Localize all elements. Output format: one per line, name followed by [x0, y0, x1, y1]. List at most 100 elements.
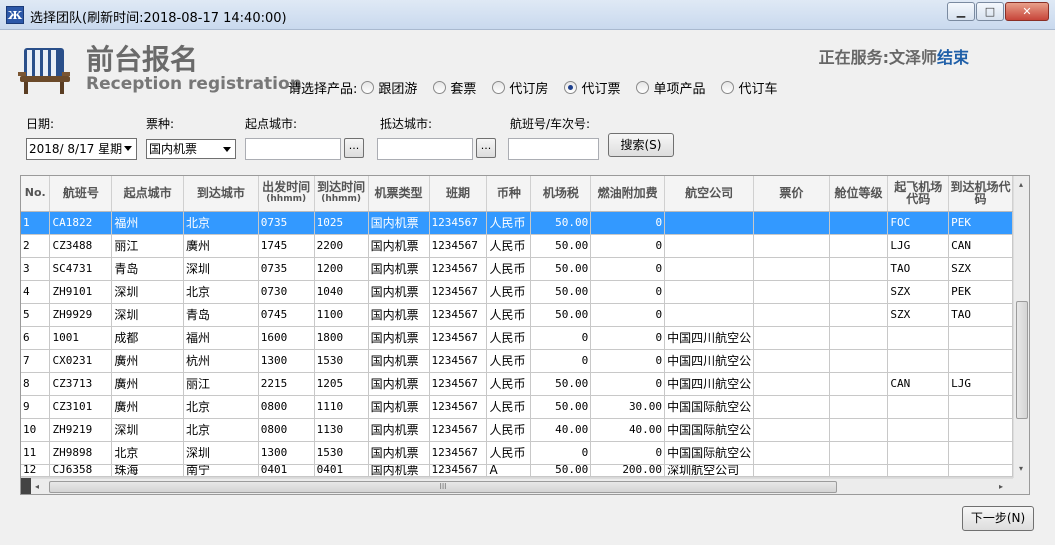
cell-fuel-surcharge[interactable]: 0 [590, 326, 666, 350]
cell-arrive[interactable]: 1100 [314, 303, 369, 327]
radio-icon[interactable] [433, 81, 447, 94]
cell-to[interactable]: 北京 [183, 418, 259, 442]
column-header-airport-tax[interactable]: 机场税 [530, 176, 592, 212]
cell-airline[interactable]: 中国四川航空公 [664, 326, 755, 350]
cell-schedule[interactable]: 1234567 [429, 211, 488, 235]
cell-arr-airport[interactable]: CAN [948, 234, 1013, 258]
column-header-arr-airport[interactable]: 到达机场代码 [948, 176, 1013, 212]
cell-no[interactable]: 11 [21, 441, 51, 465]
cell-airport-tax[interactable]: 40.00 [530, 418, 592, 442]
column-header-no[interactable]: No. [21, 176, 51, 212]
cell-schedule[interactable]: 1234567 [429, 441, 488, 465]
cell-to[interactable]: 廣州 [183, 234, 259, 258]
cell-no[interactable]: 1 [21, 211, 51, 235]
table-row[interactable]: 9 CZ3101 廣州 北京 0800 1110 国内机票 1234567 人民币 50.00 30… [21, 395, 1013, 419]
cell-arrive[interactable]: 2200 [314, 234, 369, 258]
cell-currency[interactable]: 人民币 [486, 280, 532, 304]
cell-depart[interactable]: 2215 [258, 372, 315, 396]
cell-arrive[interactable]: 0401 [314, 464, 369, 477]
column-header-depart[interactable]: 出发时间 (hhmm) [258, 176, 315, 212]
cell-price[interactable] [753, 464, 830, 477]
column-header-price[interactable]: 票价 [753, 176, 830, 212]
cell-fuel-surcharge[interactable]: 200.00 [590, 464, 666, 477]
cell-cabin[interactable] [829, 303, 889, 327]
cell-depart[interactable]: 0730 [258, 280, 315, 304]
cell-ticket-type[interactable]: 国内机票 [368, 372, 430, 396]
cell-arrive[interactable]: 1110 [314, 395, 369, 419]
cell-dep-airport[interactable] [887, 441, 950, 465]
cell-airline[interactable]: 中国国际航空公 [664, 418, 755, 442]
cell-flight[interactable]: CX0231 [49, 349, 113, 373]
column-header-arrive[interactable]: 到达时间 (hhmm) [314, 176, 369, 212]
cell-arrive[interactable]: 1025 [314, 211, 369, 235]
cell-cabin[interactable] [829, 464, 889, 477]
cell-to[interactable]: 深圳 [183, 257, 259, 281]
cell-cabin[interactable] [829, 418, 889, 442]
cell-fuel-surcharge[interactable]: 0 [590, 441, 666, 465]
cell-depart[interactable]: 0800 [258, 418, 315, 442]
cell-cabin[interactable] [829, 257, 889, 281]
cell-arrive[interactable]: 1130 [314, 418, 369, 442]
cell-to[interactable]: 北京 [183, 395, 259, 419]
product-option-tour[interactable]: 跟团游 [361, 78, 417, 97]
cell-cabin[interactable] [829, 349, 889, 373]
search-button[interactable]: 搜索(S) [608, 133, 674, 157]
cell-airport-tax[interactable]: 0 [530, 441, 592, 465]
cell-to[interactable]: 青岛 [183, 303, 259, 327]
cell-depart[interactable]: 0735 [258, 211, 315, 235]
cell-dep-airport[interactable]: SZX [887, 303, 950, 327]
cell-price[interactable] [753, 418, 830, 442]
cell-to[interactable]: 南宁 [183, 464, 259, 477]
cell-airport-tax[interactable]: 50.00 [530, 211, 592, 235]
column-header-cabin[interactable]: 舱位等级 [829, 176, 889, 212]
table-row[interactable]: 6 1001 成都 福州 1600 1800 国内机票 1234567 人民币 0 0 中国四川航空公 [21, 326, 1013, 350]
cell-airline[interactable]: 深圳航空公司 [664, 464, 755, 477]
cell-no[interactable]: 9 [21, 395, 51, 419]
cell-airline[interactable]: 中国国际航空公 [664, 395, 755, 419]
cell-from[interactable]: 廣州 [111, 349, 185, 373]
product-option-single[interactable]: 单项产品 [636, 78, 705, 97]
cell-ticket-type[interactable]: 国内机票 [368, 395, 430, 419]
cell-from[interactable]: 廣州 [111, 395, 185, 419]
cell-price[interactable] [753, 326, 830, 350]
cell-fuel-surcharge[interactable]: 0 [590, 280, 666, 304]
cell-flight[interactable]: CA1822 [49, 211, 113, 235]
column-header-currency[interactable]: 币种 [486, 176, 532, 212]
cell-cabin[interactable] [829, 441, 889, 465]
table-row[interactable]: 2 CZ3488 丽江 廣州 1745 2200 国内机票 1234567 人民币 50.00 0 L… [21, 234, 1013, 258]
cell-fuel-surcharge[interactable]: 0 [590, 234, 666, 258]
cell-price[interactable] [753, 395, 830, 419]
cell-fuel-surcharge[interactable]: 30.00 [590, 395, 666, 419]
cell-no[interactable]: 2 [21, 234, 51, 258]
cell-schedule[interactable]: 1234567 [429, 372, 488, 396]
cell-dep-airport[interactable]: CAN [887, 372, 950, 396]
scroll-down-icon[interactable]: ▾ [1019, 464, 1023, 473]
cell-price[interactable] [753, 280, 830, 304]
cell-currency[interactable]: 人民币 [486, 257, 532, 281]
cell-arrive[interactable]: 1040 [314, 280, 369, 304]
column-header-schedule[interactable]: 班期 [429, 176, 488, 212]
cell-ticket-type[interactable]: 国内机票 [368, 280, 430, 304]
cell-no[interactable]: 5 [21, 303, 51, 327]
table-row[interactable]: 7 CX0231 廣州 杭州 1300 1530 国内机票 1234567 人民币 0 0 中国四川航… [21, 349, 1013, 373]
cell-airline[interactable] [664, 234, 755, 258]
cell-currency[interactable]: 人民币 [486, 303, 532, 327]
column-header-from[interactable]: 起点城市 [111, 176, 185, 212]
cell-currency[interactable]: 人民币 [486, 441, 532, 465]
cell-arrive[interactable]: 1530 [314, 441, 369, 465]
cell-arr-airport[interactable]: TAO [948, 303, 1013, 327]
table-row[interactable]: 10 ZH9219 深圳 北京 0800 1130 国内机票 1234567 人民币 40.00 4… [21, 418, 1013, 442]
cell-schedule[interactable]: 1234567 [429, 234, 488, 258]
table-row[interactable]: 4 ZH9101 深圳 北京 0730 1040 国内机票 1234567 人民币 50.00 0 S… [21, 280, 1013, 304]
cell-from[interactable]: 珠海 [111, 464, 185, 477]
cell-schedule[interactable]: 1234567 [429, 349, 488, 373]
cell-price[interactable] [753, 303, 830, 327]
cell-cabin[interactable] [829, 372, 889, 396]
cell-fuel-surcharge[interactable]: 0 [590, 211, 666, 235]
cell-ticket-type[interactable]: 国内机票 [368, 234, 430, 258]
cell-arr-airport[interactable] [948, 441, 1013, 465]
cell-no[interactable]: 8 [21, 372, 51, 396]
cell-cabin[interactable] [829, 234, 889, 258]
cell-airline[interactable] [664, 303, 755, 327]
cell-flight[interactable]: ZH9219 [49, 418, 113, 442]
